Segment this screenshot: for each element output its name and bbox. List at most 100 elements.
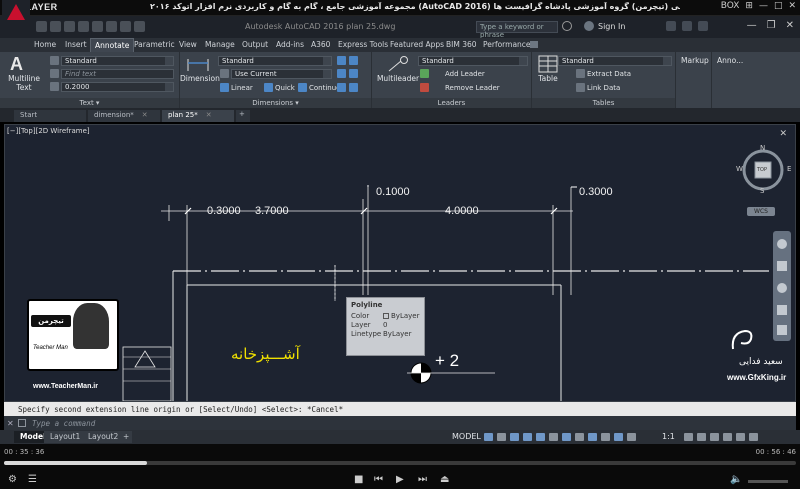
open-icon[interactable] xyxy=(50,21,61,32)
grid-icon[interactable] xyxy=(484,433,493,441)
add-leader-icon[interactable] xyxy=(420,69,429,78)
playlist-icon[interactable]: ☰ xyxy=(28,474,37,485)
restore-icon[interactable]: ❐ xyxy=(767,20,776,31)
new-tab-button[interactable]: + xyxy=(236,110,250,122)
dim-tool-4-icon[interactable] xyxy=(349,69,358,78)
minimize-icon[interactable]: — xyxy=(747,20,757,31)
share-icon[interactable] xyxy=(134,21,145,32)
command-input[interactable]: Type a command xyxy=(4,416,796,430)
pan-icon[interactable] xyxy=(777,261,787,271)
multiline-text-icon[interactable]: A xyxy=(10,54,23,75)
help-icon[interactable] xyxy=(698,21,708,31)
3d-osnap-icon[interactable] xyxy=(601,433,610,441)
player-maximize-button[interactable]: □ xyxy=(774,1,783,11)
check-spelling-icon[interactable] xyxy=(50,69,59,78)
showmotion-icon[interactable] xyxy=(777,325,787,335)
remove-leader-button[interactable]: Remove Leader xyxy=(445,84,500,92)
find-text-input[interactable]: Find text xyxy=(61,69,174,79)
dim-tool-5-icon[interactable] xyxy=(337,83,346,92)
text-style-select[interactable]: Standard xyxy=(61,56,174,66)
dim-tool-1-icon[interactable] xyxy=(337,56,346,65)
file-tab-plan-25[interactable]: plan 25* ✕ xyxy=(162,110,234,122)
command-close-icon[interactable]: ✕ xyxy=(7,419,14,428)
lineweight-icon[interactable] xyxy=(562,433,571,441)
save-as-icon[interactable] xyxy=(78,21,89,32)
dim-tool-6-icon[interactable] xyxy=(349,83,358,92)
otrack-icon[interactable] xyxy=(549,433,558,441)
multileader-icon[interactable] xyxy=(386,55,410,73)
player-close-button[interactable]: ✕ xyxy=(788,1,796,11)
tab-bim-360[interactable]: BIM 360 xyxy=(446,40,477,49)
search-icon[interactable] xyxy=(562,21,572,31)
command-settings-icon[interactable] xyxy=(18,419,26,427)
close-tab-icon[interactable]: ✕ xyxy=(142,111,148,119)
annotation-scale[interactable]: 1:1 xyxy=(662,432,675,441)
link-data-icon[interactable] xyxy=(576,83,585,92)
dim-tool-2-icon[interactable] xyxy=(349,56,358,65)
tab-manage[interactable]: Manage xyxy=(205,40,235,49)
multileader-style-select[interactable]: Standard xyxy=(418,56,528,66)
viewcube-top[interactable]: TOP xyxy=(757,167,767,173)
tab-performance[interactable]: Performance xyxy=(483,40,531,49)
exchange-icon[interactable] xyxy=(666,21,676,31)
previous-icon[interactable]: ⏮ xyxy=(374,474,383,485)
drawing-viewport[interactable]: [−][Top][2D Wireframe] ✕ 0.3000 3.7000 0… xyxy=(4,124,796,402)
dimension-icon[interactable] xyxy=(186,55,210,73)
markup-button[interactable]: Markup xyxy=(681,56,709,65)
help-search-input[interactable]: Type a keyword or phrase xyxy=(476,21,558,39)
tab-view[interactable]: View xyxy=(179,40,197,49)
close-icon[interactable]: ✕ xyxy=(786,20,794,31)
quick-dimension-button[interactable]: Quick xyxy=(275,84,295,92)
stop-icon[interactable]: ■ xyxy=(354,474,363,485)
tab-output[interactable]: Output xyxy=(242,40,268,49)
orbit-icon[interactable] xyxy=(777,305,787,315)
remove-leader-icon[interactable] xyxy=(420,83,429,92)
hardware-acceleration-icon[interactable] xyxy=(723,433,732,441)
navigation-bar[interactable] xyxy=(773,231,791,341)
eject-icon[interactable]: ⏏ xyxy=(440,474,449,485)
text-height-select[interactable]: 0.2000 xyxy=(61,82,174,92)
extract-data-button[interactable]: Extract Data xyxy=(587,70,631,78)
layout-tab-layout2[interactable]: Layout2 xyxy=(82,431,125,443)
isolate-icon[interactable] xyxy=(710,433,719,441)
player-pin-button[interactable]: ⊞ xyxy=(745,1,753,11)
osnap-icon[interactable] xyxy=(536,433,545,441)
tab-home[interactable]: Home xyxy=(34,40,56,49)
viewcube-south[interactable]: S xyxy=(760,187,764,195)
text-panel-label[interactable]: Text ▾ xyxy=(0,98,179,108)
viewcube-west[interactable]: W xyxy=(736,165,743,173)
table-style-select[interactable]: Standard xyxy=(558,56,672,66)
player-box-button[interactable]: BOX xyxy=(721,1,740,11)
dimension-button[interactable]: Dimension xyxy=(180,74,220,83)
save-icon[interactable] xyxy=(64,21,75,32)
application-menu-button[interactable] xyxy=(2,0,30,38)
redo-icon[interactable] xyxy=(120,21,131,32)
dimensions-panel-label[interactable]: Dimensions ▾ xyxy=(180,98,371,108)
transparency-icon[interactable] xyxy=(575,433,584,441)
volume-icon[interactable]: 🔈 xyxy=(730,474,742,485)
tab-add-ins[interactable]: Add-ins xyxy=(276,40,304,49)
dynamic-ucs-icon[interactable] xyxy=(614,433,623,441)
tab-a360[interactable]: A360 xyxy=(311,40,330,49)
polar-icon[interactable] xyxy=(523,433,532,441)
file-tab-dimension[interactable]: dimension* ✕ xyxy=(88,110,160,122)
quick-dimension-icon[interactable] xyxy=(264,83,273,92)
dim-tool-3-icon[interactable] xyxy=(337,69,346,78)
new-icon[interactable] xyxy=(36,21,47,32)
annotation-scaling-button[interactable]: Anno... xyxy=(717,56,743,65)
wcs-menu[interactable]: WCS xyxy=(747,207,775,216)
volume-slider[interactable] xyxy=(748,480,788,483)
player-minimize-button[interactable]: — xyxy=(759,1,768,11)
model-space-button[interactable]: MODEL xyxy=(452,432,481,441)
play-icon[interactable]: ▶ xyxy=(396,474,404,485)
dimension-layer-select[interactable]: Use Current xyxy=(231,69,332,79)
table-button[interactable]: Table xyxy=(534,74,562,83)
annotation-monitor-icon[interactable] xyxy=(627,433,636,441)
continue-dimension-button[interactable]: Continue xyxy=(309,84,340,92)
file-tab-start[interactable]: Start xyxy=(14,110,86,122)
close-tab-icon[interactable]: ✕ xyxy=(206,111,212,119)
settings-icon[interactable]: ⚙ xyxy=(8,474,17,485)
viewcube-east[interactable]: E xyxy=(787,165,791,173)
zoom-extents-icon[interactable] xyxy=(777,283,787,293)
new-layout-button[interactable]: + xyxy=(120,431,133,443)
